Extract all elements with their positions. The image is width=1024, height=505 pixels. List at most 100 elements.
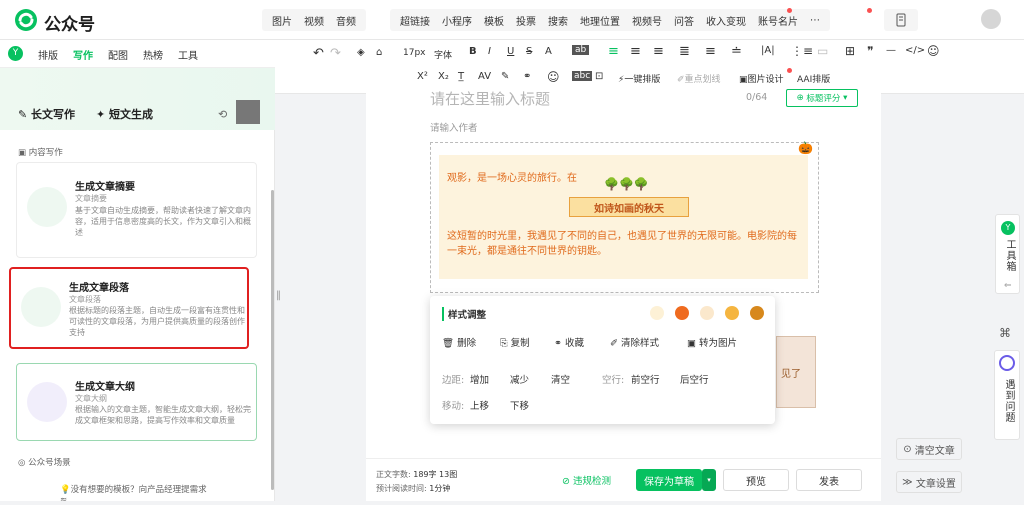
move-up[interactable]: 上移 bbox=[470, 398, 489, 412]
publish-button[interactable]: 发表 bbox=[796, 469, 862, 491]
avatar[interactable] bbox=[236, 100, 260, 124]
undo-icon[interactable]: ↶ bbox=[313, 46, 324, 61]
strikethrough-icon[interactable]: S bbox=[526, 46, 532, 57]
indent-icon[interactable]: ≣ bbox=[679, 44, 690, 59]
history-icon[interactable]: ⟲ bbox=[218, 108, 227, 121]
link-icon[interactable]: ⚭ bbox=[523, 71, 531, 82]
long-write-tab[interactable]: ✎ 长文写作 bbox=[18, 106, 75, 122]
list-icon[interactable]: ⋮≡ bbox=[791, 44, 813, 58]
insert-qa-button[interactable]: 问答 bbox=[668, 13, 700, 28]
letter-spacing-icon[interactable]: |A| bbox=[761, 45, 775, 56]
more-icon[interactable]: ⋯ bbox=[804, 15, 826, 26]
spacing-icon[interactable]: ≐ bbox=[731, 44, 742, 59]
tab-writing[interactable]: 写作 bbox=[73, 47, 93, 62]
insert-template-button[interactable]: 模板 bbox=[478, 13, 510, 28]
save-draft-button[interactable]: 保存为草稿 bbox=[636, 469, 702, 491]
horizontal-rule-icon[interactable]: — bbox=[886, 45, 896, 56]
pen-icon[interactable]: ✎ bbox=[501, 71, 509, 82]
insert-vote-button[interactable]: 投票 bbox=[510, 13, 542, 28]
subscript-icon[interactable]: X₂ bbox=[438, 71, 449, 82]
clear-style-action[interactable]: ✐ 清除样式 bbox=[610, 335, 659, 349]
template-request-tip[interactable]: 💡没有想要的模板？向产品经理提需求 ≈ bbox=[60, 483, 215, 505]
color-swatch-3[interactable] bbox=[700, 306, 714, 320]
font-size-select[interactable]: 17px bbox=[403, 48, 426, 58]
superscript-icon[interactable]: X² bbox=[417, 71, 428, 82]
insert-video-button[interactable]: 视频 bbox=[298, 13, 330, 28]
apps-icon[interactable]: ⌘ bbox=[999, 326, 1011, 340]
card-article-outline[interactable]: 生成文章大纲 文章大纲 根据输入的文章主题，智能生成文章大纲，轻松完成文章框架和… bbox=[16, 363, 257, 441]
margin-increase[interactable]: 增加 bbox=[470, 372, 489, 386]
color-swatch-2[interactable] bbox=[675, 306, 689, 320]
insert-search-button[interactable]: 搜索 bbox=[542, 13, 574, 28]
title-input[interactable]: 请在这里输入标题 bbox=[430, 88, 550, 109]
clear-format-icon[interactable]: ⌂ bbox=[376, 47, 382, 58]
mobile-preview-icon[interactable] bbox=[884, 9, 918, 31]
underline-icon[interactable]: U bbox=[507, 46, 514, 57]
code-icon[interactable]: </> bbox=[905, 45, 925, 56]
insert-channels-button[interactable]: 视频号 bbox=[626, 13, 668, 28]
toolbox-panel[interactable]: Y 工具箱 ⇐ bbox=[995, 214, 1020, 294]
font-label-icon[interactable]: abc bbox=[572, 71, 593, 81]
preview-button[interactable]: 预览 bbox=[723, 469, 789, 491]
author-input[interactable]: 请输入作者 bbox=[430, 120, 478, 134]
panel-resize-handle[interactable]: ‖ bbox=[276, 290, 281, 301]
align-right-icon[interactable]: ≡ bbox=[653, 44, 664, 59]
insert-miniprogram-button[interactable]: 小程序 bbox=[436, 13, 478, 28]
margin-decrease[interactable]: 减少 bbox=[510, 372, 529, 386]
quote-icon[interactable]: ❞ bbox=[867, 44, 873, 58]
tab-images[interactable]: 配图 bbox=[108, 47, 128, 62]
one-key-layout-button[interactable]: ⚡一键排版 bbox=[618, 72, 660, 85]
emoji-panel-icon[interactable]: ☺ bbox=[547, 70, 560, 84]
emoji-icon[interactable]: ☺ bbox=[927, 44, 940, 58]
selected-block[interactable]: 观影，是一场心灵的旅行。在 🌳🌳🌳 如诗如画的秋天 这短暂的时光里，我遇见了不同… bbox=[430, 141, 819, 293]
insert-hyperlink-button[interactable]: 超链接 bbox=[394, 13, 436, 28]
divider-icon[interactable]: ▭ bbox=[817, 44, 828, 58]
highlight-underline-button[interactable]: ✐重点划线 bbox=[677, 72, 721, 85]
save-dropdown-icon[interactable]: ▾ bbox=[702, 469, 716, 491]
card-article-summary[interactable]: 生成文章摘要 文章摘要 基于文章自动生成摘要，帮助读者快速了解文章内容，适用于信… bbox=[16, 162, 257, 258]
delete-action[interactable]: 🗑 删除 bbox=[442, 335, 476, 349]
insert-location-button[interactable]: 地理位置 bbox=[574, 13, 626, 28]
text-effect-icon[interactable]: AV bbox=[478, 71, 491, 82]
bold-icon[interactable]: B bbox=[469, 46, 477, 57]
insert-audio-menu[interactable]: 音频 bbox=[330, 13, 362, 28]
font-family-select[interactable]: 字体 bbox=[434, 48, 452, 61]
favorite-action[interactable]: ⚭ 收藏 bbox=[554, 335, 584, 349]
text-border-icon[interactable]: T̲ bbox=[458, 71, 464, 82]
violation-check-button[interactable]: ⊘ 违规检测 bbox=[562, 473, 611, 487]
margin-clear[interactable]: 清空 bbox=[551, 372, 570, 386]
color-swatch-5[interactable] bbox=[750, 306, 764, 320]
font-color-icon[interactable]: A bbox=[545, 46, 552, 57]
help-panel[interactable]: 遇到问题 bbox=[994, 350, 1020, 440]
short-generate-tab[interactable]: ✦ 短文生成 bbox=[96, 106, 153, 122]
tab-hotlist[interactable]: 热榜 bbox=[143, 47, 163, 62]
line-height-icon[interactable]: ≡ bbox=[705, 44, 716, 59]
insert-monetize-menu[interactable]: 收入变现 bbox=[700, 13, 752, 28]
color-swatch-1[interactable] bbox=[650, 306, 664, 320]
line-after[interactable]: 后空行 bbox=[680, 372, 709, 386]
insert-image-menu[interactable]: 图片 bbox=[266, 13, 298, 28]
move-down[interactable]: 下移 bbox=[510, 398, 529, 412]
title-score-button[interactable]: ⊕ 标题评分 ▾ bbox=[786, 89, 858, 107]
avatar[interactable] bbox=[981, 9, 1001, 29]
image-design-button[interactable]: ▣图片设计 bbox=[739, 72, 784, 85]
card-article-paragraph[interactable]: 生成文章段落 文章段落 根据标题的段落主题，自动生成一段富有连贯性和可读性的文章… bbox=[9, 267, 249, 349]
redo-icon[interactable]: ↷ bbox=[330, 46, 341, 61]
format-painter-icon[interactable]: ◈ bbox=[357, 47, 365, 58]
line-before[interactable]: 前空行 bbox=[631, 372, 660, 386]
italic-icon[interactable]: I bbox=[488, 46, 491, 57]
tab-layout[interactable]: 排版 bbox=[38, 47, 58, 62]
tab-tools[interactable]: 工具 bbox=[178, 47, 198, 62]
clear-article-button[interactable]: ⊙ 清空文章 bbox=[896, 438, 962, 460]
collapse-arrow-icon[interactable]: ⇐ bbox=[1004, 281, 1012, 291]
article-settings-button[interactable]: ≫ 文章设置 bbox=[896, 471, 962, 493]
color-swatch-4[interactable] bbox=[725, 306, 739, 320]
background-color-icon[interactable]: ab bbox=[572, 45, 590, 55]
sidebar-scrollbar[interactable] bbox=[271, 190, 274, 490]
ai-layout-button[interactable]: AAI排版 bbox=[797, 72, 830, 85]
template-icon[interactable]: ⊡ bbox=[595, 71, 603, 82]
align-left-icon[interactable]: ≡ bbox=[608, 44, 619, 59]
insert-account-card-button[interactable]: 账号名片 bbox=[752, 13, 804, 28]
table-icon[interactable]: ⊞ bbox=[845, 44, 855, 58]
convert-image-action[interactable]: ▣ 转为图片 bbox=[687, 335, 737, 349]
